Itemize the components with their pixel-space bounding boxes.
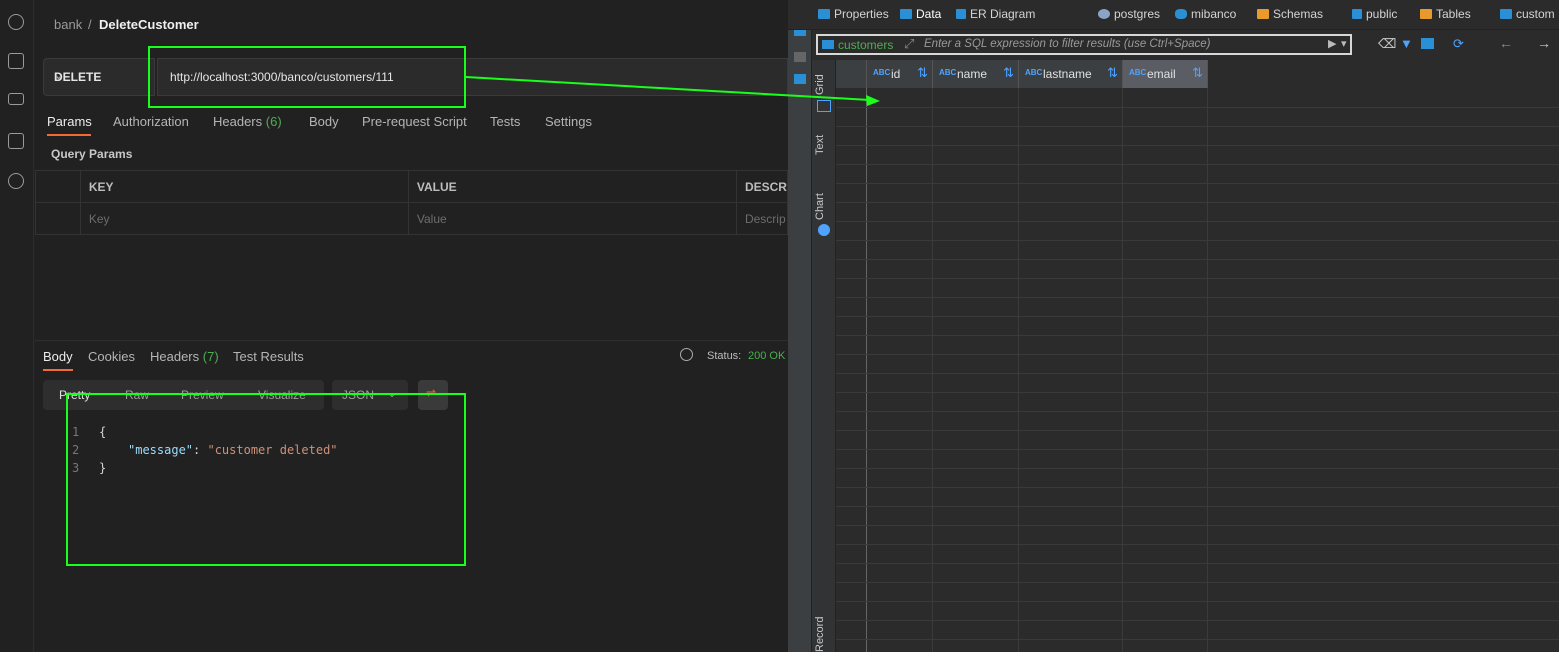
annotation-arrow — [465, 76, 880, 106]
